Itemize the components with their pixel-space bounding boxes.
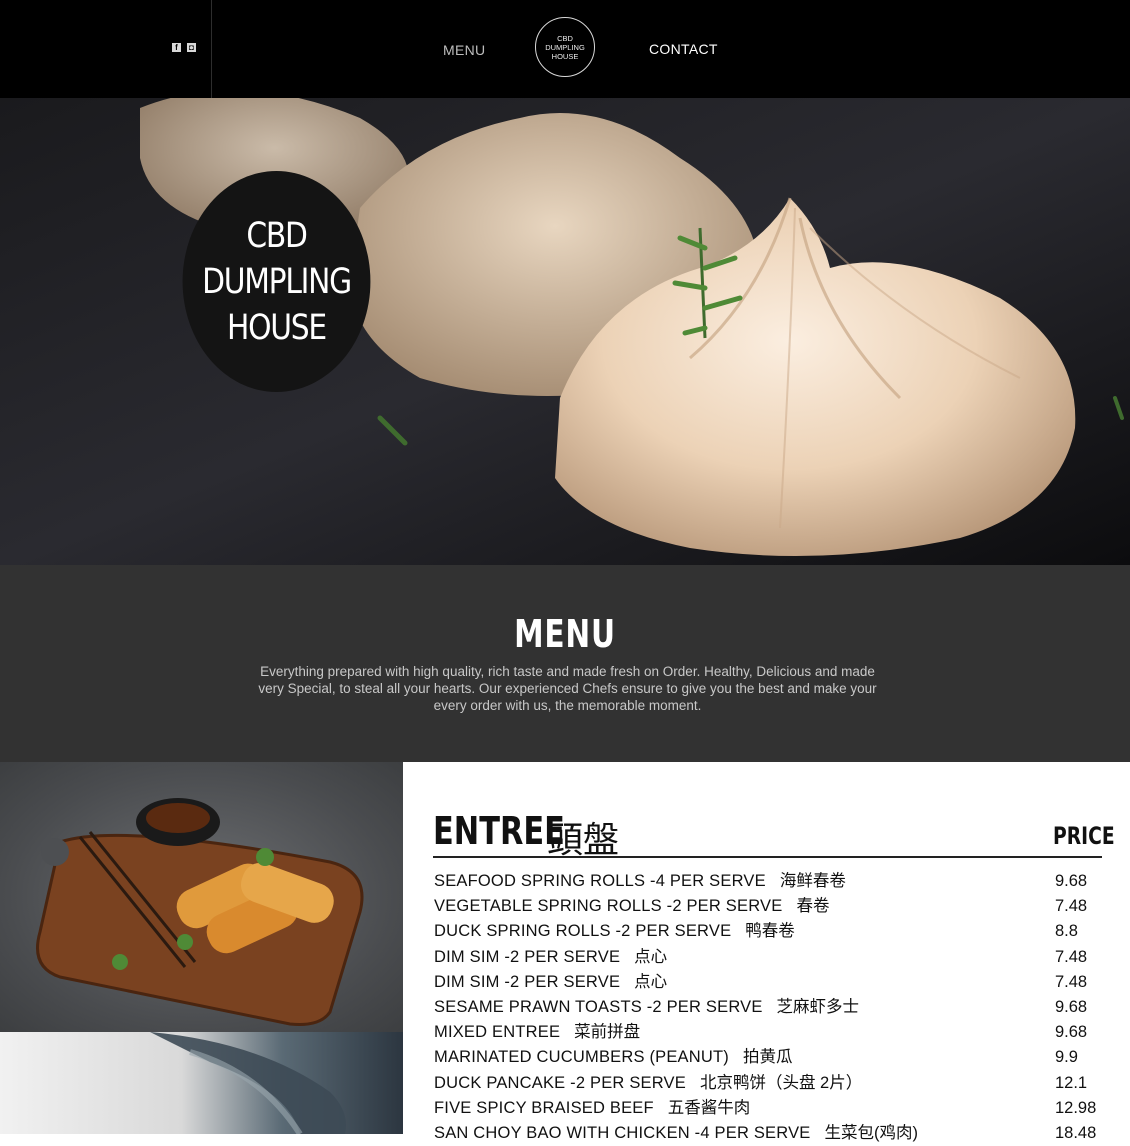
price-column-header: PRICE: [1053, 822, 1115, 850]
item-name-chinese: 点心: [634, 947, 668, 966]
nav-contact-link[interactable]: CONTACT: [649, 41, 718, 57]
bowl-image: [0, 1032, 403, 1134]
menu-item: VEGETABLE SPRING ROLLS -2 PER SERVE 春卷 7.4…: [434, 894, 1130, 919]
item-name-chinese: 北京鸭饼（头盘 2片）: [699, 1073, 863, 1092]
nav-menu-link[interactable]: MENU: [443, 42, 485, 58]
menu-item: SEAFOOD SPRING ROLLS -4 PER SERVE 海鲜春卷 9.6…: [434, 869, 1130, 894]
facebook-icon[interactable]: f: [172, 43, 181, 52]
menu-item: MARINATED CUCUMBERS (PEANUT) 拍黄瓜 9.9: [434, 1045, 1130, 1070]
menu-item: SAN CHOY BAO WITH CHICKEN -4 PER SERVE 生菜…: [434, 1121, 1130, 1146]
item-name-chinese: 生菜包(鸡肉): [824, 1123, 918, 1142]
item-name: MARINATED CUCUMBERS (PEANUT): [434, 1048, 729, 1067]
item-name-chinese: 鸭春卷: [745, 922, 795, 941]
item-price: 9.68: [1055, 872, 1088, 890]
item-name-chinese: 海鲜春卷: [779, 872, 846, 890]
item-name: VEGETABLE SPRING ROLLS -2 PER SERVE: [434, 897, 783, 916]
menu-item: DIM SIM -2 PER SERVE 点心 7.48: [434, 945, 1130, 970]
item-name-chinese: 五香酱牛肉: [667, 1098, 751, 1117]
badge-line: DUMPLING: [202, 261, 352, 302]
item-name-chinese: 春卷: [796, 897, 830, 916]
hero-dumplings-image: [0, 98, 1130, 565]
logo-line: DUMPLING: [545, 42, 585, 52]
item-price: 12.98: [1055, 1098, 1097, 1117]
item-price: 9.68: [1055, 997, 1088, 1016]
item-price: 7.48: [1055, 972, 1088, 991]
item-price: 9.68: [1055, 1023, 1088, 1042]
item-price: 7.48: [1055, 897, 1088, 916]
item-name: SAN CHOY BAO WITH CHICKEN -4 PER SERVE: [434, 1123, 811, 1142]
item-name: DIM SIM -2 PER SERVE: [434, 947, 621, 966]
item-name-chinese: 菜前拼盘: [574, 1023, 641, 1042]
menu-items-list: SEAFOOD SPRING ROLLS -4 PER SERVE 海鲜春卷 9.6…: [434, 869, 1130, 1146]
menu-item: SESAME PRAWN TOASTS -2 PER SERVE 芝麻虾多士 9.6…: [434, 995, 1130, 1020]
menu-item: DUCK PANCAKE -2 PER SERVE 北京鸭饼（头盘 2片） 12.1: [434, 1071, 1130, 1096]
menu-intro-section: MENU Everything prepared with high quali…: [0, 565, 1130, 762]
logo-line: HOUSE: [551, 51, 579, 61]
item-name: SESAME PRAWN TOASTS -2 PER SERVE: [434, 997, 763, 1016]
section-divider: [433, 856, 1102, 858]
item-price: 18.48: [1055, 1123, 1097, 1142]
item-name: SEAFOOD SPRING ROLLS -4 PER SERVE: [434, 872, 766, 890]
logo-line: CBD: [557, 33, 573, 43]
item-price: 7.48: [1055, 947, 1088, 966]
social-links: f ◘: [172, 43, 196, 52]
item-name: DUCK SPRING ROLLS -2 PER SERVE: [434, 922, 732, 941]
item-price: 8.8: [1055, 922, 1078, 941]
instagram-icon[interactable]: ◘: [187, 43, 196, 52]
item-name-chinese: 拍黄瓜: [742, 1048, 793, 1067]
item-name: DIM SIM -2 PER SERVE: [434, 972, 621, 991]
item-name: DUCK PANCAKE -2 PER SERVE: [434, 1073, 686, 1092]
menu-heading: MENU: [514, 612, 616, 656]
menu-item: DIM SIM -2 PER SERVE 点心 7.48: [434, 970, 1130, 995]
menu-item: FIVE SPICY BRAISED BEEF 五香酱牛肉 12.98: [434, 1096, 1130, 1121]
header-logo[interactable]: CBD DUMPLING HOUSE: [535, 17, 595, 77]
item-price: 12.1: [1055, 1073, 1088, 1092]
menu-item: MIXED ENTREE 菜前拼盘 9.68: [434, 1020, 1130, 1045]
badge-line: CBD: [246, 215, 308, 256]
header-divider: [211, 0, 212, 98]
spring-rolls-image: [0, 762, 403, 1032]
menu-description: Everything prepared with high quality, r…: [258, 664, 877, 713]
site-header: f ◘ MENU CBD DUMPLING HOUSE CONTACT: [0, 0, 1130, 98]
item-name-chinese: 芝麻虾多士: [776, 997, 860, 1016]
menu-item: DUCK SPRING ROLLS -2 PER SERVE 鸭春卷 8.8: [434, 919, 1130, 944]
item-name-chinese: 点心: [634, 972, 668, 991]
section-title: ENTREE: [433, 809, 565, 853]
item-name: MIXED ENTREE: [434, 1023, 561, 1042]
item-name: FIVE SPICY BRAISED BEEF: [434, 1098, 654, 1117]
hero-logo-badge: CBD DUMPLING HOUSE: [182, 171, 371, 392]
item-price: 9.9: [1055, 1048, 1078, 1067]
badge-line: HOUSE: [227, 307, 327, 348]
hero-banner: CBD DUMPLING HOUSE: [0, 98, 1130, 565]
